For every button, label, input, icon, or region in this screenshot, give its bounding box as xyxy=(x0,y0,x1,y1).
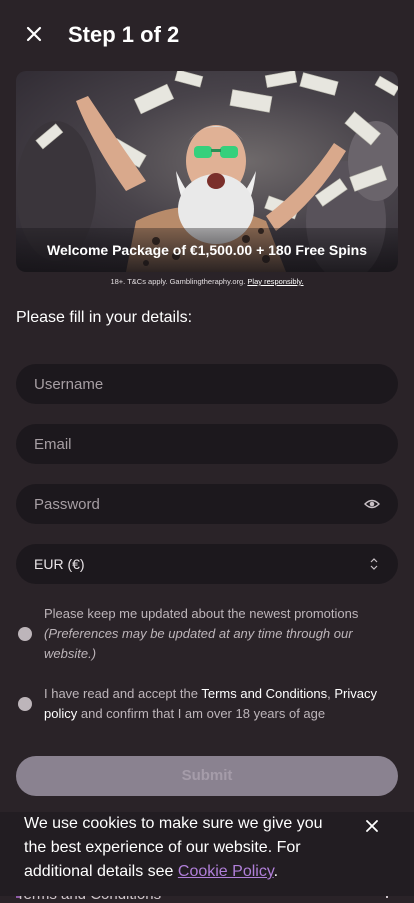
page-title: Step 1 of 2 xyxy=(68,22,180,47)
disclaimer: 18+. T&Cs apply. Gamblingtheraphy.org. P… xyxy=(0,277,414,286)
play-responsibly-link[interactable]: Play responsibly. xyxy=(247,277,303,286)
promotions-label: Please keep me updated about the newest … xyxy=(44,604,392,664)
currency-value: EUR (€) xyxy=(34,556,85,572)
terms-consent: I have read and accept the Terms and Con… xyxy=(16,684,398,724)
username-field[interactable] xyxy=(16,364,398,404)
select-arrows-icon xyxy=(370,558,378,570)
banner-caption: Welcome Package of €1,500.00 + 180 Free … xyxy=(16,228,398,272)
password-input[interactable] xyxy=(34,484,354,524)
currency-select[interactable]: EUR (€) xyxy=(16,544,398,584)
promotions-note: (Preferences may be updated at any time … xyxy=(44,626,353,661)
cookie-period: . xyxy=(273,863,279,880)
cookie-banner: We use cookies to make sure we give you … xyxy=(0,812,414,896)
email-input[interactable] xyxy=(34,424,354,464)
username-input[interactable] xyxy=(34,364,354,404)
promotions-text: Please keep me updated about the newest … xyxy=(44,606,359,621)
header: Step 1 of 2 xyxy=(0,0,414,70)
terms-prefix: I have read and accept the xyxy=(44,686,198,701)
submit-button[interactable]: Submit xyxy=(16,756,398,796)
email-field[interactable] xyxy=(16,424,398,464)
close-icon[interactable] xyxy=(24,24,44,44)
terms-comma: , xyxy=(327,686,331,701)
welcome-banner: Welcome Package of €1,500.00 + 180 Free … xyxy=(16,71,398,272)
form-prompt: Please fill in your details: xyxy=(16,309,193,326)
promotions-consent: Please keep me updated about the newest … xyxy=(16,604,398,664)
cookie-policy-link[interactable]: Cookie Policy xyxy=(178,863,274,880)
disclaimer-text: 18+. T&Cs apply. Gamblingtheraphy.org. xyxy=(110,277,246,286)
password-field[interactable] xyxy=(16,484,398,524)
terms-link[interactable]: Terms and Conditions xyxy=(201,686,327,701)
cookie-text-block: We use cookies to make sure we give you … xyxy=(24,812,340,884)
close-cookie-icon[interactable] xyxy=(366,820,378,832)
terms-checkbox[interactable] xyxy=(18,697,32,711)
terms-label: I have read and accept the Terms and Con… xyxy=(44,684,392,724)
terms-suffix: and confirm that I am over 18 years of a… xyxy=(80,706,326,721)
promotions-checkbox[interactable] xyxy=(18,627,32,641)
show-password-icon[interactable] xyxy=(364,496,380,512)
